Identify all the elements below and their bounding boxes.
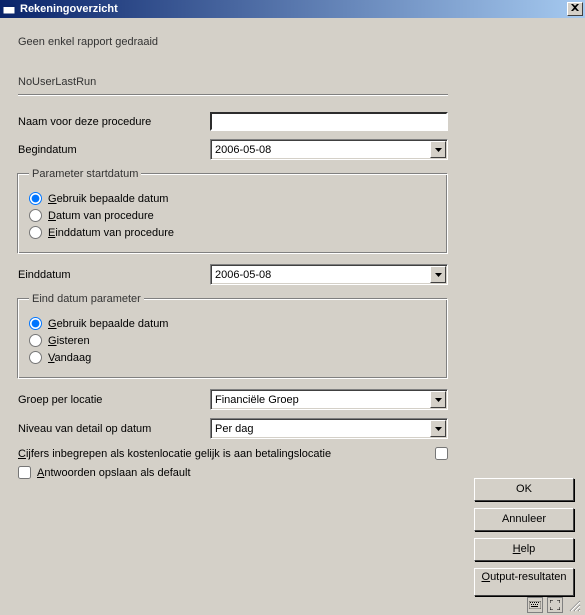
radio-input[interactable] (29, 209, 42, 222)
end-date-label: Einddatum (18, 269, 210, 281)
start-date-param-group: Parameter startdatum Gebruik bepaalde da… (18, 168, 448, 254)
help-button[interactable]: Help (474, 538, 574, 561)
cancel-button[interactable]: Annuleer (474, 508, 574, 531)
radio-today[interactable]: Vandaag (29, 351, 437, 364)
detail-level-value: Per dag (215, 423, 430, 435)
radio-input[interactable] (29, 317, 42, 330)
end-date-param-legend: Eind datum parameter (29, 293, 144, 305)
group-location-label: Groep per locatie (18, 394, 210, 406)
output-results-button[interactable]: Output-resultaten (474, 568, 574, 596)
detail-level-select[interactable]: Per dag (210, 418, 448, 439)
radio-end-procedure-date[interactable]: Einddatum van procedure (29, 226, 437, 239)
radio-use-specific-date-end[interactable]: Gebruik bepaalde datum (29, 317, 437, 330)
start-date-param-legend: Parameter startdatum (29, 168, 141, 180)
chevron-down-icon (430, 420, 446, 437)
group-location-value: Financiële Groep (215, 394, 430, 406)
end-date-param-group: Eind datum parameter Gebruik bepaalde da… (18, 293, 448, 379)
figures-checkbox-row[interactable]: Cijfers inbegrepen als kostenlocatie gel… (18, 447, 448, 460)
procedure-name-input[interactable] (210, 112, 448, 131)
statusbar (525, 595, 585, 615)
window-title: Rekeningoverzicht (20, 3, 567, 15)
app-icon (2, 2, 16, 16)
expand-icon[interactable] (547, 597, 563, 613)
radio-use-specific-date-start[interactable]: Gebruik bepaalde datum (29, 192, 437, 205)
figures-checkbox[interactable] (435, 447, 448, 460)
chevron-down-icon (430, 266, 446, 283)
chevron-down-icon (430, 391, 446, 408)
begin-date-value: 2006-05-08 (215, 144, 430, 156)
begin-date-label: Begindatum (18, 144, 210, 156)
radio-procedure-date[interactable]: Datum van procedure (29, 209, 437, 222)
detail-level-label: Niveau van detail op datum (18, 423, 210, 435)
button-panel: OK Annuleer Help Output-resultaten (470, 18, 585, 615)
radio-yesterday[interactable]: Gisteren (29, 334, 437, 347)
radio-input[interactable] (29, 351, 42, 364)
chevron-down-icon (430, 141, 446, 158)
last-user-label: NoUserLastRun (18, 76, 456, 88)
end-date-value: 2006-05-08 (215, 269, 430, 281)
resize-grip[interactable] (567, 598, 581, 612)
close-button[interactable] (567, 2, 583, 16)
radio-input[interactable] (29, 226, 42, 239)
keyboard-icon[interactable] (527, 597, 543, 613)
end-date-select[interactable]: 2006-05-08 (210, 264, 448, 285)
titlebar: Rekeningoverzicht (0, 0, 585, 18)
group-location-select[interactable]: Financiële Groep (210, 389, 448, 410)
procedure-name-label: Naam voor deze procedure (18, 116, 210, 128)
form-panel: Geen enkel rapport gedraaid NoUserLastRu… (0, 18, 470, 615)
save-default-checkbox[interactable] (18, 466, 31, 479)
save-default-checkbox-row[interactable]: Antwoorden opslaan als default (18, 466, 456, 479)
begin-date-select[interactable]: 2006-05-08 (210, 139, 448, 160)
ok-button[interactable]: OK (474, 478, 574, 501)
radio-input[interactable] (29, 192, 42, 205)
divider (18, 94, 448, 96)
status-message: Geen enkel rapport gedraaid (18, 36, 456, 48)
radio-input[interactable] (29, 334, 42, 347)
